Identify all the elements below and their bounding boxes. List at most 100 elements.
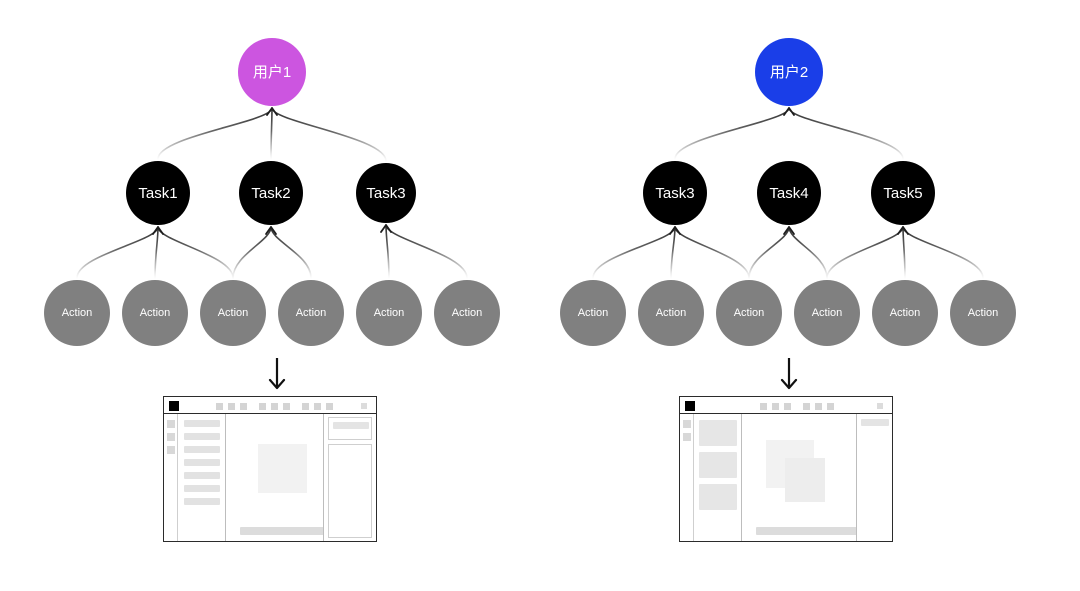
action-node[interactable]: Action xyxy=(794,280,860,346)
task-node[interactable]: Task3 xyxy=(356,163,416,223)
user-node-label: 用户2 xyxy=(769,63,809,81)
sidebar-list-item[interactable] xyxy=(184,485,220,492)
toolbar-button[interactable] xyxy=(815,403,822,410)
sidebar-list-item[interactable] xyxy=(184,433,220,440)
toolbar-button[interactable] xyxy=(271,403,278,410)
toolbar-button[interactable] xyxy=(240,403,247,410)
window-menu-button[interactable] xyxy=(877,403,883,409)
inspector-field[interactable] xyxy=(333,422,369,429)
task-node-label: Task5 xyxy=(883,184,923,202)
rail-icon[interactable] xyxy=(683,433,691,441)
connector-edge xyxy=(670,226,676,279)
edge-arrowhead-icon xyxy=(266,107,278,116)
rail-icon[interactable] xyxy=(167,446,175,454)
edge-arrowhead-icon xyxy=(380,224,392,233)
canvas-shape[interactable] xyxy=(258,444,307,493)
window-menu-button[interactable] xyxy=(361,403,367,409)
edge-arrowhead-icon xyxy=(897,226,909,235)
task-node[interactable]: Task3 xyxy=(643,161,707,225)
connector-edge xyxy=(902,226,906,279)
application-window-screenshot-left[interactable] xyxy=(163,396,377,542)
connector-edge xyxy=(788,107,904,160)
task-node[interactable]: Task1 xyxy=(126,161,190,225)
right-inspector-panel[interactable] xyxy=(856,414,892,541)
application-window-screenshot-right[interactable] xyxy=(679,396,893,542)
action-node[interactable]: Action xyxy=(434,280,500,346)
sidebar-list-item[interactable] xyxy=(184,472,220,479)
rail-icon[interactable] xyxy=(683,420,691,428)
task-node-label: Task3 xyxy=(366,184,406,202)
action-node-label: Action xyxy=(217,306,249,319)
toolbar-button[interactable] xyxy=(216,403,223,410)
rail-icon[interactable] xyxy=(167,420,175,428)
connector-edge xyxy=(902,226,984,279)
canvas-area[interactable] xyxy=(742,414,866,541)
toolbar-button[interactable] xyxy=(283,403,290,410)
action-node[interactable]: Action xyxy=(638,280,704,346)
inspector-section[interactable] xyxy=(328,417,372,440)
edge-arrowhead-icon xyxy=(783,107,795,116)
icon-rail[interactable] xyxy=(164,414,178,541)
connector-edge xyxy=(748,226,790,279)
user-node[interactable]: 用户1 xyxy=(238,38,306,106)
edge-arrowhead-icon xyxy=(265,226,277,235)
window-titlebar xyxy=(680,397,892,414)
sidebar-list-item[interactable] xyxy=(184,446,220,453)
action-node[interactable]: Action xyxy=(122,280,188,346)
toolbar-button[interactable] xyxy=(784,403,791,410)
inspector-section[interactable] xyxy=(328,444,372,538)
sidebar-thumbnail[interactable] xyxy=(699,484,737,510)
sidebar-panel[interactable] xyxy=(178,414,226,541)
toolbar-button[interactable] xyxy=(302,403,309,410)
sidebar-list-item[interactable] xyxy=(184,420,220,427)
connector-edge xyxy=(385,224,468,279)
toolbar-button[interactable] xyxy=(760,403,767,410)
edge-arrowhead-icon xyxy=(669,226,681,235)
action-node[interactable]: Action xyxy=(872,280,938,346)
sidebar-thumbnail[interactable] xyxy=(699,420,737,446)
app-logo-icon xyxy=(685,401,695,411)
action-node[interactable]: Action xyxy=(278,280,344,346)
task-node[interactable]: Task2 xyxy=(239,161,303,225)
action-node-label: Action xyxy=(967,306,999,319)
window-titlebar xyxy=(164,397,376,414)
toolbar-button[interactable] xyxy=(314,403,321,410)
edge-arrowhead-icon xyxy=(152,226,164,235)
inspector-field[interactable] xyxy=(861,419,889,426)
task-node[interactable]: Task5 xyxy=(871,161,935,225)
action-node[interactable]: Action xyxy=(716,280,782,346)
user-node[interactable]: 用户2 xyxy=(755,38,823,106)
action-node[interactable]: Action xyxy=(950,280,1016,346)
toolbar-button[interactable] xyxy=(772,403,779,410)
action-node[interactable]: Action xyxy=(560,280,626,346)
action-node-label: Action xyxy=(655,306,687,319)
task-node-label: Task4 xyxy=(769,184,809,202)
flow-arrow-head-icon xyxy=(268,378,286,390)
canvas-footer-bar[interactable] xyxy=(756,527,866,535)
right-inspector-panel[interactable] xyxy=(323,414,376,541)
toolbar-button[interactable] xyxy=(228,403,235,410)
toolbar-button[interactable] xyxy=(259,403,266,410)
action-node[interactable]: Action xyxy=(356,280,422,346)
sidebar-list-item[interactable] xyxy=(184,459,220,466)
connector-edge xyxy=(674,107,790,160)
toolbar-button[interactable] xyxy=(827,403,834,410)
sidebar-thumbnail[interactable] xyxy=(699,452,737,478)
connector-edge xyxy=(154,226,159,279)
task-node[interactable]: Task4 xyxy=(757,161,821,225)
connector-edge xyxy=(385,224,390,279)
icon-rail[interactable] xyxy=(680,414,694,541)
toolbar-button[interactable] xyxy=(803,403,810,410)
connector-edge xyxy=(157,107,273,160)
canvas-shape[interactable] xyxy=(785,458,825,502)
toolbar-button[interactable] xyxy=(326,403,333,410)
connector-edge xyxy=(270,107,273,160)
action-node-label: Action xyxy=(733,306,765,319)
action-node[interactable]: Action xyxy=(44,280,110,346)
sidebar-panel[interactable] xyxy=(694,414,742,541)
connector-edge xyxy=(232,226,272,279)
action-node[interactable]: Action xyxy=(200,280,266,346)
rail-icon[interactable] xyxy=(167,433,175,441)
canvas-area[interactable] xyxy=(226,414,348,541)
sidebar-list-item[interactable] xyxy=(184,498,220,505)
